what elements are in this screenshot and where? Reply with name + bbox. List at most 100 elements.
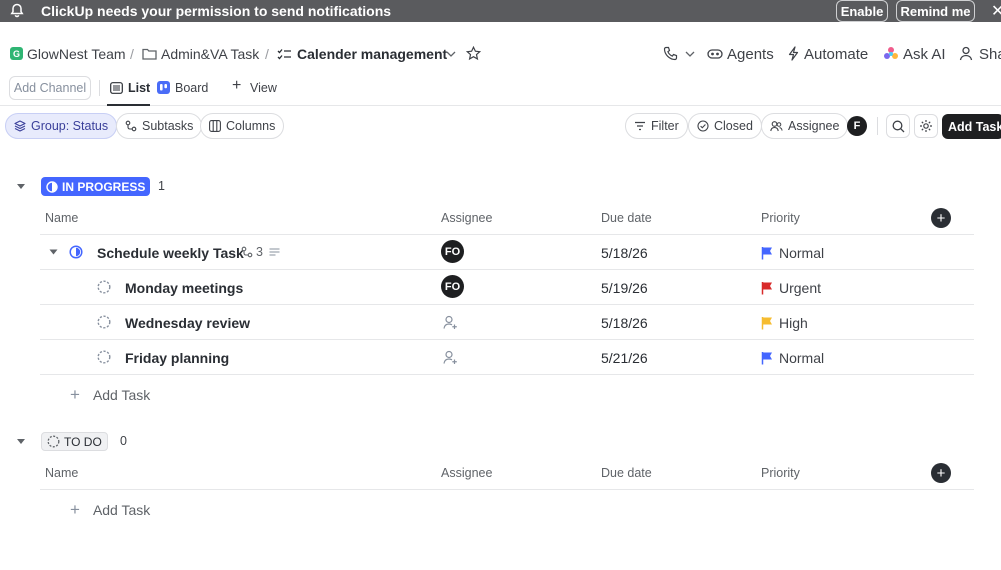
notification-message: ClickUp needs your permission to send no… <box>41 3 392 19</box>
collapse-caret-icon[interactable] <box>16 183 26 190</box>
columns-button[interactable]: Columns <box>200 113 285 139</box>
task-name[interactable]: Friday planning <box>125 350 229 366</box>
phone-icon[interactable] <box>663 46 678 61</box>
expand-caret-icon[interactable] <box>49 249 58 255</box>
flag-icon <box>761 316 773 330</box>
status-todo-icon[interactable] <box>97 350 111 364</box>
due-date[interactable]: 5/18/26 <box>601 245 648 261</box>
star-icon[interactable] <box>466 46 481 61</box>
status-in-progress-icon[interactable] <box>69 245 83 259</box>
add-task-row[interactable]: + Add Task <box>70 385 150 405</box>
subtask-count[interactable]: 3 <box>256 245 263 259</box>
agents-button[interactable]: Agents <box>727 46 774 63</box>
add-task-label: Add Task <box>92 387 151 403</box>
add-column-button[interactable]: + <box>931 463 951 483</box>
list-icon <box>110 82 123 94</box>
column-header-priority[interactable]: Priority <box>761 466 800 480</box>
add-task-label: Add Task <box>92 502 151 518</box>
divider <box>877 117 878 135</box>
search-button[interactable] <box>886 114 910 138</box>
column-header-name[interactable]: Name <box>45 211 78 225</box>
views-bar: Add Channel List Board + View <box>0 74 1001 106</box>
automate-button[interactable]: Automate <box>804 46 868 63</box>
header-bar: G GlowNest Team / Admin&VA Task / Calend… <box>0 22 1001 64</box>
current-user-avatar[interactable]: F <box>847 116 867 136</box>
task-name[interactable]: Monday meetings <box>125 280 243 296</box>
workspace-avatar: G <box>10 47 23 60</box>
closed-toggle[interactable]: Closed <box>688 113 762 139</box>
folder-icon <box>142 47 157 60</box>
add-task-button[interactable]: Add Task <box>942 114 1001 139</box>
status-todo-icon[interactable] <box>97 280 111 294</box>
tab-list[interactable]: List <box>128 81 150 95</box>
search-icon <box>892 120 905 133</box>
subtasks-icon <box>125 120 137 132</box>
priority-cell[interactable]: Normal <box>761 245 824 261</box>
task-name[interactable]: Schedule weekly Task <box>97 245 244 261</box>
filter-button[interactable]: Filter <box>625 113 688 139</box>
share-button[interactable]: Sha <box>979 46 1001 63</box>
enable-button[interactable]: Enable <box>836 0 888 22</box>
subtasks-label: Subtasks <box>142 119 194 133</box>
collapse-caret-icon[interactable] <box>16 438 26 445</box>
group-count: 1 <box>158 179 165 193</box>
remind-me-button[interactable]: Remind me <box>896 0 975 22</box>
tab-board[interactable]: Board <box>175 81 208 95</box>
chevron-down-icon[interactable] <box>685 51 695 57</box>
priority-label: Urgent <box>779 280 822 296</box>
column-header-due-date[interactable]: Due date <box>601 211 652 225</box>
status-badge-in-progress[interactable]: IN PROGRESS <box>41 177 151 196</box>
filter-label: Filter <box>651 119 679 133</box>
divider <box>99 80 100 96</box>
status-todo-icon[interactable] <box>97 315 111 329</box>
ask-ai-button[interactable]: Ask AI <box>903 46 946 63</box>
plus-icon: + <box>936 209 946 227</box>
plus-icon: + <box>70 385 80 404</box>
priority-cell[interactable]: Normal <box>761 350 824 366</box>
due-date[interactable]: 5/18/26 <box>601 315 648 331</box>
priority-cell[interactable]: High <box>761 315 808 331</box>
status-label: IN PROGRESS <box>62 179 146 194</box>
column-header-due-date[interactable]: Due date <box>601 466 652 480</box>
settings-button[interactable] <box>914 114 938 138</box>
filter-icon <box>634 121 646 131</box>
flag-icon <box>761 281 773 295</box>
plus-icon: + <box>232 77 242 94</box>
add-task-row[interactable]: + Add Task <box>70 500 150 520</box>
column-header-priority[interactable]: Priority <box>761 211 800 225</box>
assignee-avatar[interactable]: FO <box>441 240 464 263</box>
due-date[interactable]: 5/19/26 <box>601 280 648 296</box>
page-title[interactable]: Calender management <box>297 46 447 62</box>
assignee-filter-button[interactable]: Assignee <box>761 113 849 139</box>
add-assignee-icon[interactable] <box>443 315 458 330</box>
closed-label: Closed <box>714 119 753 133</box>
column-header-name[interactable]: Name <box>45 466 78 480</box>
add-channel-button[interactable]: Add Channel <box>9 76 91 100</box>
breadcrumb-separator: / <box>130 46 134 62</box>
row-divider <box>40 374 974 375</box>
add-view-button[interactable]: View <box>250 81 277 95</box>
assignee-avatar[interactable]: FO <box>441 275 464 298</box>
status-badge-to-do[interactable]: TO DO <box>41 432 108 451</box>
chevron-down-icon[interactable] <box>446 51 456 57</box>
priority-label: High <box>779 315 808 331</box>
priority-cell[interactable]: Urgent <box>761 280 821 296</box>
column-header-assignee[interactable]: Assignee <box>441 466 492 480</box>
tab-active-indicator <box>107 104 150 106</box>
task-name[interactable]: Wednesday review <box>125 315 250 331</box>
due-date[interactable]: 5/21/26 <box>601 350 648 366</box>
check-circle-icon <box>697 120 709 132</box>
add-assignee-icon[interactable] <box>443 350 458 365</box>
add-column-button[interactable]: + <box>931 208 951 228</box>
gear-icon <box>919 119 933 133</box>
share-icon <box>959 46 975 61</box>
breadcrumb-workspace[interactable]: GlowNest Team <box>27 46 126 62</box>
close-icon[interactable]: ✕ <box>991 1 1001 21</box>
plus-icon: + <box>936 464 946 482</box>
subtasks-button[interactable]: Subtasks <box>116 113 203 139</box>
group-by-button[interactable]: Group: Status <box>5 113 118 139</box>
column-header-assignee[interactable]: Assignee <box>441 211 492 225</box>
columns-icon <box>209 120 221 132</box>
breadcrumb-folder[interactable]: Admin&VA Task <box>161 46 259 62</box>
breadcrumb-separator: / <box>265 46 269 62</box>
